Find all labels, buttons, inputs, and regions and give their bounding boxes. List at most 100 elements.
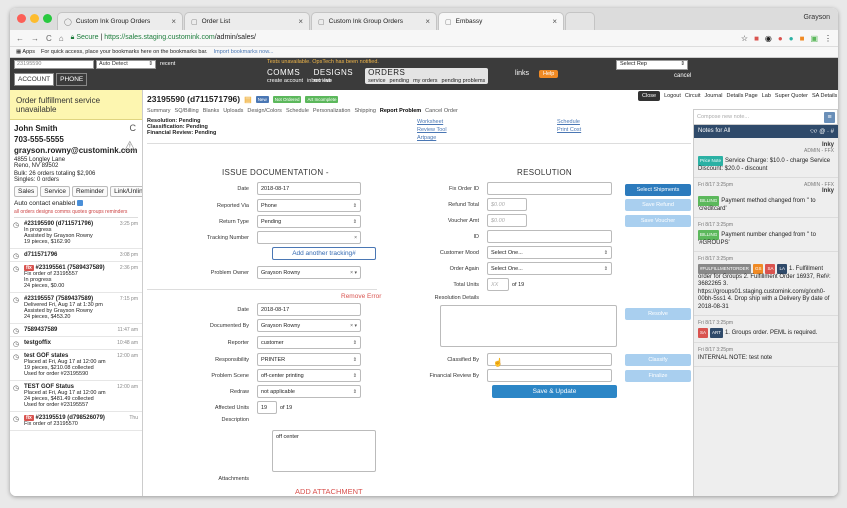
note-menu-icon[interactable]: ≡: [824, 112, 835, 123]
list-item[interactable]: ◷ testgoffix 10:48 am: [10, 337, 142, 350]
problem-scene-select[interactable]: off-center printing ⇕: [257, 369, 361, 382]
sa-details-link[interactable]: SA Details: [812, 93, 837, 99]
list-item[interactable]: ◷ test GOF states 12:00 am Placed at Fri, A…: [10, 350, 142, 381]
super-quoter-link[interactable]: Super Quoter: [775, 93, 808, 99]
financial-review-by-field[interactable]: [487, 369, 612, 382]
close-tab-icon[interactable]: ×: [552, 17, 557, 26]
description-textarea[interactable]: off center: [272, 430, 376, 472]
new-tab-button[interactable]: [565, 12, 595, 30]
extension-icon[interactable]: ▣: [810, 34, 818, 43]
forward-icon[interactable]: →: [31, 34, 39, 43]
cancel-link[interactable]: cancel: [674, 73, 691, 79]
clear-chevron-icon[interactable]: × ▾: [350, 270, 357, 276]
list-item[interactable]: ◷ #23195557 (7589437589) 7:15 pm Delivered …: [10, 293, 142, 324]
refresh-icon[interactable]: C: [130, 123, 137, 133]
extension-icon[interactable]: ●: [789, 34, 794, 43]
issue-date-field[interactable]: 2018-08-17: [257, 182, 361, 195]
extension-icon[interactable]: ■: [800, 34, 805, 43]
list-item[interactable]: ◷ fix #23195519 (d798526079) Thu Fix order …: [10, 412, 142, 431]
list-item[interactable]: ◷ fix #23195561 (7589437589) 2:36 pm Fix or…: [10, 262, 142, 293]
home-icon[interactable]: ⌂: [59, 34, 64, 43]
tab-cancel-order[interactable]: Cancel Order: [425, 108, 458, 114]
classified-by-field[interactable]: [487, 353, 612, 366]
order-again-select[interactable]: Select One... ⇕: [487, 262, 612, 275]
extension-icon[interactable]: ●: [778, 34, 783, 43]
list-item[interactable]: ◷ d711571796 3:08 pm: [10, 249, 142, 262]
circuit-link[interactable]: Circuit: [685, 93, 701, 99]
close-button[interactable]: Close: [638, 91, 661, 101]
affected-units-field[interactable]: 19: [257, 401, 277, 414]
tab-summary[interactable]: Summary: [147, 108, 171, 114]
link-unlink-button[interactable]: Link/Unlink: [110, 186, 142, 197]
reminder-button[interactable]: Reminder: [71, 186, 109, 197]
document-icon[interactable]: ▤: [244, 95, 252, 104]
menu-designs[interactable]: DESIGNS retrieve: [314, 68, 354, 84]
tab-personalization[interactable]: Personalization: [313, 108, 351, 114]
close-window-icon[interactable]: [17, 14, 26, 23]
tab-sq-billing[interactable]: SQ/Billing: [175, 108, 199, 114]
return-type-select[interactable]: Pending ⇕: [257, 215, 361, 228]
tab-blanks[interactable]: Blanks: [203, 108, 220, 114]
close-tab-icon[interactable]: ×: [171, 17, 176, 26]
logout-link[interactable]: Logout: [664, 93, 681, 99]
detect-select[interactable]: Auto Detect ⇕: [96, 60, 156, 69]
list-item[interactable]: ◷ 7589437589 11:47 am: [10, 324, 142, 337]
tracking-number-field[interactable]: ×: [257, 231, 361, 244]
redraw-select[interactable]: not applicable ⇕: [257, 385, 361, 398]
classify-button[interactable]: Classify: [625, 354, 691, 366]
pending-link[interactable]: pending: [390, 78, 410, 84]
reload-icon[interactable]: C: [46, 34, 52, 43]
add-attachment-button[interactable]: ADD ATTACHMENT: [295, 487, 363, 496]
back-icon[interactable]: ←: [16, 34, 24, 43]
save-refund-button[interactable]: Save Refund: [625, 199, 691, 211]
responsibility-select[interactable]: PRINTER ⇕: [257, 353, 361, 366]
schedule-link[interactable]: Schedule: [557, 118, 581, 126]
browser-tab-4[interactable]: ▢ Embassy ×: [438, 12, 564, 30]
select-shipments-button[interactable]: Select Shipments: [625, 184, 691, 196]
browser-tab-1[interactable]: ◯ Custom Ink Group Orders ×: [57, 12, 183, 30]
phone-button[interactable]: PHONE: [56, 73, 88, 86]
tab-schedule[interactable]: Schedule: [286, 108, 309, 114]
reported-via-select[interactable]: Phone ⇕: [257, 199, 361, 212]
star-icon[interactable]: ☆: [741, 34, 748, 43]
profile-name[interactable]: Grayson: [804, 14, 830, 21]
clear-chevron-icon[interactable]: × ▾: [350, 323, 357, 329]
review-tool-link[interactable]: Review Tool: [417, 126, 447, 134]
journal-link[interactable]: Journal: [704, 93, 722, 99]
refund-total-field[interactable]: $0.00: [487, 198, 527, 211]
sales-button[interactable]: Sales: [14, 186, 39, 197]
clear-icon[interactable]: ×: [354, 235, 357, 241]
worksheet-link[interactable]: Worksheet: [417, 118, 447, 126]
close-tab-icon[interactable]: ×: [298, 17, 303, 26]
resolve-button[interactable]: Resolve: [625, 308, 691, 320]
remove-error-link[interactable]: Remove Error: [341, 293, 381, 300]
my-orders-link[interactable]: my orders: [413, 78, 437, 84]
reporter-select[interactable]: customer ⇕: [257, 336, 361, 349]
browser-tab-3[interactable]: ▢ Custom Ink Group Orders ×: [311, 12, 437, 30]
menu-orders[interactable]: ORDERS service pending my orders pending pro…: [365, 68, 489, 84]
tab-shipping[interactable]: Shipping: [354, 108, 375, 114]
tab-design-colors[interactable]: Design/Colors: [247, 108, 282, 114]
extension-icon[interactable]: ■: [754, 34, 759, 43]
problem-owner-select[interactable]: Grayson Rowny × ▾: [257, 266, 361, 279]
error-date-field[interactable]: 2018-08-17: [257, 303, 361, 316]
list-item[interactable]: ◷ TEST GOF Status 12:00 am Placed at Fri, A…: [10, 381, 142, 412]
fix-order-id-field[interactable]: [487, 182, 612, 195]
url-field[interactable]: 🔒︎ Secure | https://sales.staging.custom…: [71, 34, 256, 42]
links-menu[interactable]: links: [515, 70, 529, 77]
service-link[interactable]: service: [368, 78, 385, 84]
compose-note-input[interactable]: Compose new note... ≡: [693, 109, 838, 125]
activity-filters[interactable]: all orders designs comms quotes groups r…: [14, 209, 138, 218]
tab-report-problem[interactable]: Report Problem: [380, 108, 421, 114]
account-button[interactable]: ACCOUNT: [14, 73, 55, 86]
list-item[interactable]: ◷ #23195590 (d711571796) 3:25 pm In progres…: [10, 218, 142, 249]
search-input[interactable]: 23195590: [14, 60, 94, 69]
create-account-link[interactable]: create account: [267, 78, 303, 84]
total-units-field[interactable]: XX: [487, 278, 509, 291]
voucher-amount-field[interactable]: $0.00: [487, 214, 527, 227]
checkbox-icon[interactable]: [76, 200, 83, 207]
print-cost-link[interactable]: Print Cost: [557, 126, 581, 134]
help-button[interactable]: Help: [539, 70, 559, 78]
notes-toolbar-icons[interactable]: 👓︎ @ · #: [810, 128, 834, 135]
customer-mood-select[interactable]: Select One... ⇕: [487, 246, 612, 259]
